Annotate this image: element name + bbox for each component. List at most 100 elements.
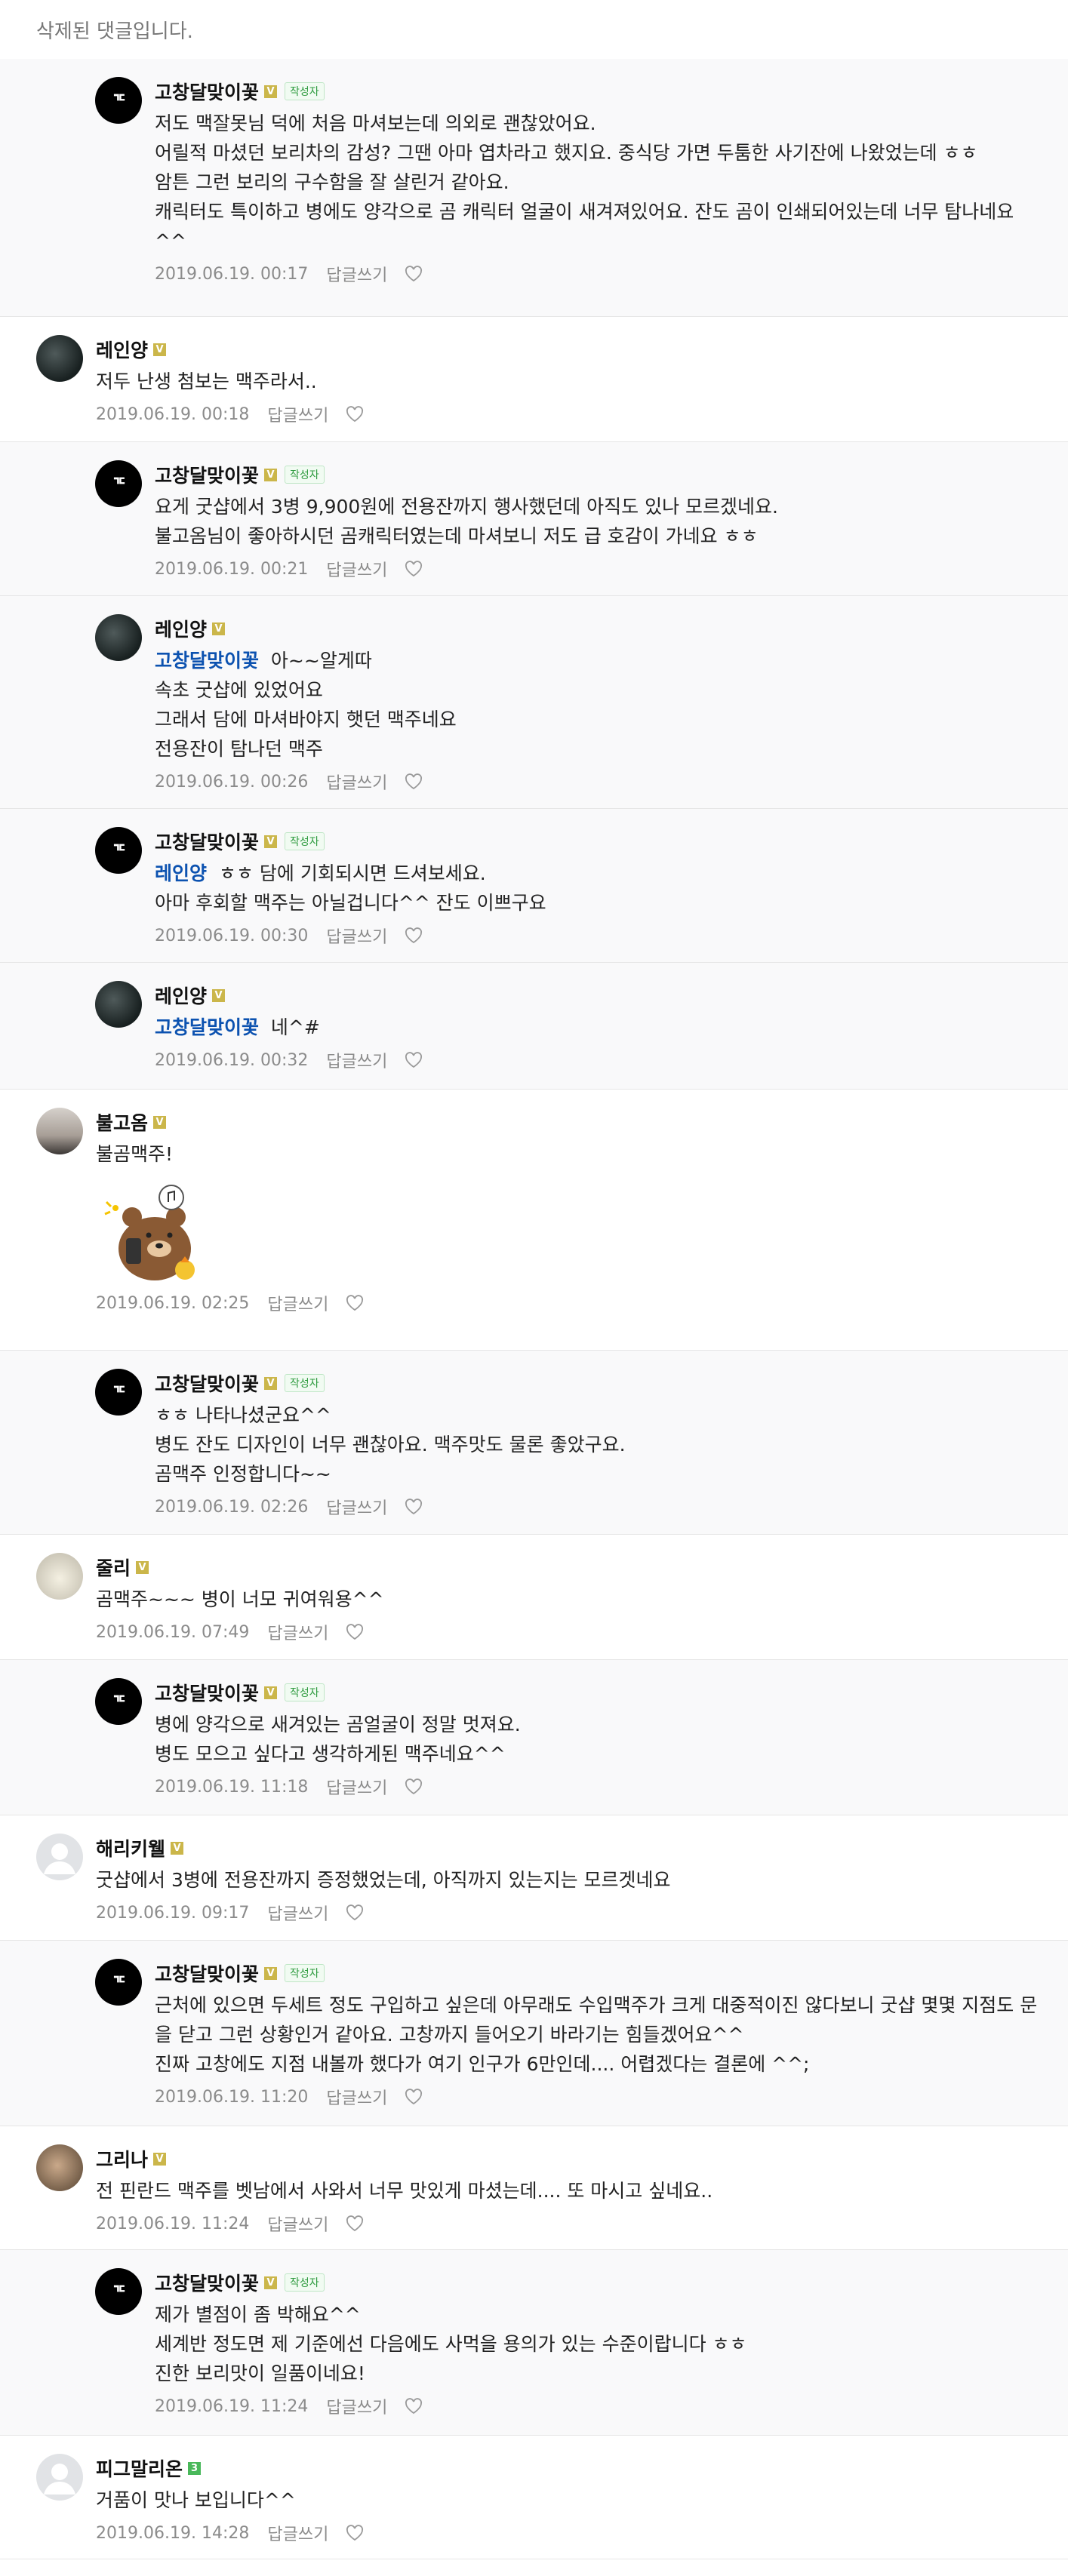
nickname[interactable]: 레인양 — [96, 336, 148, 363]
nickname[interactable]: 고창달맞이꽃 — [155, 461, 259, 488]
reply-button[interactable]: 답글쓰기 — [267, 2521, 328, 2545]
nickname[interactable]: 불고옴 — [96, 1108, 148, 1136]
deleted-comment-text: 삭제된 댓글입니다. — [36, 20, 193, 43]
comment-body: 요게 굿샵에서 3병 9,900원에 전용잔까지 행사했던데 아직도 있나 모르… — [155, 496, 778, 547]
avatar[interactable] — [36, 1553, 83, 1600]
comment-header: 고창달맞이꽃 V 작성자 — [155, 461, 1038, 488]
nickname[interactable]: 레인양 — [155, 982, 207, 1009]
comment-meta: 2019.06.19. 00:30 답글쓰기 — [155, 924, 1038, 948]
avatar[interactable]: ᄀᄃ — [95, 1959, 142, 2006]
comment-date: 2019.06.19. 02:26 — [155, 1497, 309, 1517]
default-profile-icon — [44, 2464, 75, 2495]
avatar[interactable]: ᄀᄃ — [95, 827, 142, 874]
member-level-icon: V — [153, 2152, 167, 2166]
reply-button[interactable]: 답글쓰기 — [326, 2085, 387, 2109]
member-level-icon: V — [264, 2276, 278, 2289]
member-level-icon: V — [264, 1376, 278, 1390]
member-level-icon: V — [264, 1966, 278, 1980]
mention-link[interactable]: 고창달맞이꽃 — [155, 650, 259, 672]
comment-item: 줄리 V 곰맥주~~~ 병이 너모 귀여워용^^ 2019.06.19. 07:49 답… — [0, 1535, 1068, 1660]
reply-button[interactable]: 답글쓰기 — [267, 1291, 328, 1315]
avatar[interactable] — [95, 614, 142, 661]
avatar[interactable] — [36, 335, 83, 382]
logo-mark: ᄀᄃ — [111, 1975, 127, 1993]
reply-button[interactable]: 답글쓰기 — [267, 1620, 328, 1644]
reply-button[interactable]: 답글쓰기 — [326, 770, 387, 794]
nickname[interactable]: 그리나 — [96, 2145, 148, 2172]
comment-header: 줄리 V — [96, 1554, 1038, 1581]
mention-link[interactable]: 레인양 — [155, 862, 207, 884]
avatar[interactable]: ᄀᄃ — [95, 77, 142, 124]
heart-icon[interactable] — [404, 560, 423, 578]
comment-date: 2019.06.19. 00:21 — [155, 559, 309, 579]
comment-header: 고창달맞이꽃 V 작성자 — [155, 80, 1038, 103]
heart-icon[interactable] — [404, 1051, 423, 1069]
reply-button[interactable]: 답글쓰기 — [326, 2394, 387, 2418]
heart-icon[interactable] — [345, 2215, 365, 2233]
reply-button[interactable]: 답글쓰기 — [326, 924, 387, 948]
heart-icon[interactable] — [404, 773, 423, 791]
comment-text: 곰맥주~~~ 병이 너모 귀여워용^^ — [96, 1585, 1038, 1614]
nickname[interactable]: 고창달맞이꽃 — [155, 828, 259, 855]
avatar[interactable]: ᄀᄃ — [95, 2268, 142, 2315]
reply-button[interactable]: 답글쓰기 — [267, 402, 328, 426]
comment-body: ㅎㅎ 담에 기회되시면 드셔보세요. 아마 후회할 맥주는 아닐겁니다^^ 잔도… — [155, 862, 546, 914]
nickname[interactable]: 고창달맞이꽃 — [155, 1960, 259, 1987]
comment-header: 고창달맞이꽃 V 작성자 — [155, 1960, 1038, 1987]
avatar[interactable]: ᄀᄃ — [95, 1369, 142, 1416]
avatar[interactable]: ᄀᄃ — [95, 1678, 142, 1725]
author-badge: 작성자 — [285, 2273, 325, 2292]
comment-meta: 2019.06.19. 09:17 답글쓰기 — [96, 1901, 1038, 1925]
reply-button[interactable]: 답글쓰기 — [326, 262, 387, 286]
reply-button[interactable]: 답글쓰기 — [326, 1048, 387, 1072]
heart-icon[interactable] — [404, 2397, 423, 2415]
member-level-icon: V — [264, 468, 278, 481]
comment-text: 요게 굿샵에서 3병 9,900원에 전용잔까지 행사했던데 아직도 있나 모르… — [155, 492, 1038, 551]
comment-text: 근처에 있으면 두세트 정도 구입하고 싶은데 아무래도 수입맥주가 크게 대중… — [155, 1990, 1038, 2079]
heart-icon[interactable] — [345, 2524, 365, 2542]
nickname[interactable]: 피그말리온 — [96, 2455, 183, 2482]
comment-content: 레인양 V 고창달맞이꽃 아~~알게따 속초 굿샵에 있었어요 그래서 담에 마셔바… — [59, 596, 1068, 813]
avatar[interactable] — [36, 2144, 83, 2191]
heart-icon[interactable] — [404, 265, 423, 283]
reply-button[interactable]: 답글쓰기 — [326, 1775, 387, 1799]
reply-item: ᄀᄃ 고창달맞이꽃 V 작성자 근처에 있으면 두세트 정도 구입하고 싶은데 아무래도… — [0, 1941, 1068, 2126]
heart-icon[interactable] — [345, 1623, 365, 1641]
comment-body: 병에 양각으로 새겨있는 곰얼굴이 정말 멋져요. 병도 모으고 싶다고 생각하… — [155, 1714, 521, 1765]
nickname[interactable]: 줄리 — [96, 1554, 131, 1581]
nickname[interactable]: 고창달맞이꽃 — [155, 1679, 259, 1706]
heart-icon[interactable] — [345, 1294, 365, 1312]
nickname[interactable]: 고창달맞이꽃 — [155, 1369, 259, 1397]
reply-button[interactable]: 답글쓰기 — [326, 557, 387, 581]
nickname[interactable]: 고창달맞이꽃 — [155, 78, 259, 105]
comment-header: 레인양 V — [155, 615, 1038, 642]
comment-meta: 2019.06.19. 02:25 답글쓰기 — [96, 1291, 1038, 1315]
heart-icon[interactable] — [404, 1498, 423, 1516]
heart-icon[interactable] — [345, 405, 365, 423]
nickname[interactable]: 해리키웰 — [96, 1834, 165, 1861]
avatar[interactable] — [36, 1108, 83, 1154]
nickname[interactable]: 고창달맞이꽃 — [155, 2269, 259, 2296]
comment-content: 레인양 V 저두 난생 첨보는 맥주라서.. 2019.06.19. 00:18 답글쓰… — [0, 317, 1068, 446]
heart-icon[interactable] — [404, 927, 423, 945]
deleted-comment-notice: 삭제된 댓글입니다. — [0, 0, 1068, 59]
comment-text: 고창달맞이꽃 네^# — [155, 1013, 1038, 1042]
comment-content: 해리키웰 V 굿샵에서 3병에 전용잔까지 증정했었는데, 아직까지 있는지는 모르… — [0, 1815, 1068, 1944]
mention-link[interactable]: 고창달맞이꽃 — [155, 1016, 259, 1038]
reply-button[interactable]: 답글쓰기 — [267, 1901, 328, 1925]
avatar[interactable] — [36, 1834, 83, 1880]
avatar[interactable]: ᄀᄃ — [95, 460, 142, 507]
avatar[interactable] — [95, 981, 142, 1028]
heart-icon[interactable] — [404, 2088, 423, 2106]
comment-date: 2019.06.19. 07:49 — [96, 1622, 250, 1642]
nickname[interactable]: 레인양 — [155, 615, 207, 642]
comment-body: 저도 맥잘못님 덕에 처음 마셔보는데 의외로 괜찮았어요. 어릴적 마셨던 보… — [155, 112, 1014, 252]
reply-button[interactable]: 답글쓰기 — [267, 2212, 328, 2236]
avatar[interactable] — [36, 2454, 83, 2501]
heart-icon[interactable] — [404, 1778, 423, 1796]
logo-mark: ᄀᄃ — [111, 843, 127, 862]
heart-icon[interactable] — [345, 1904, 365, 1922]
comment-content: 고창달맞이꽃 V 작성자 제가 별점이 좀 박해요^^ 세계반 정도면 제 기준에선 … — [59, 2250, 1068, 2438]
reply-button[interactable]: 답글쓰기 — [326, 1495, 387, 1519]
comment-body: 근처에 있으면 두세트 정도 구입하고 싶은데 아무래도 수입맥주가 크게 대중… — [155, 1994, 1038, 2075]
